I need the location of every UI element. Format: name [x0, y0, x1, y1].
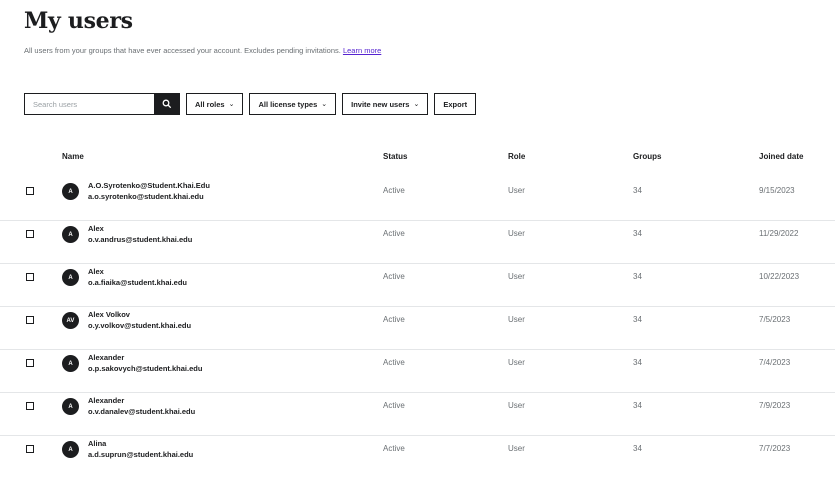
- user-name[interactable]: Alex: [88, 267, 104, 276]
- chevron-down-icon: ⌄: [413, 101, 420, 108]
- column-header-status[interactable]: Status: [383, 152, 407, 161]
- row-checkbox[interactable]: [26, 402, 34, 410]
- invite-new-users-label: Invite new users: [351, 99, 410, 109]
- role-cell: User: [508, 444, 525, 453]
- role-cell: User: [508, 229, 525, 238]
- user-name[interactable]: Alex: [88, 224, 104, 233]
- role-cell: User: [508, 315, 525, 324]
- joined-date-cell: 7/4/2023: [759, 358, 791, 367]
- table-row: A Alex o.v.andrus@student.khai.edu Activ…: [0, 221, 835, 264]
- joined-date-cell: 9/15/2023: [759, 186, 795, 195]
- user-name[interactable]: Alexander: [88, 396, 124, 405]
- status-cell: Active: [383, 358, 405, 367]
- row-checkbox[interactable]: [26, 359, 34, 367]
- groups-cell: 34: [633, 186, 642, 195]
- joined-date-cell: 7/7/2023: [759, 444, 791, 453]
- joined-date-cell: 11/29/2022: [759, 229, 799, 238]
- user-email: o.a.fiaika@student.khai.edu: [88, 278, 188, 287]
- avatar: A: [62, 441, 79, 458]
- role-cell: User: [508, 358, 525, 367]
- table-row: A Alexander o.p.sakovych@student.khai.ed…: [0, 350, 835, 393]
- row-checkbox[interactable]: [26, 187, 34, 195]
- user-email: o.v.andrus@student.khai.edu: [88, 235, 193, 244]
- invite-new-users-dropdown[interactable]: Invite new users ⌄: [342, 93, 429, 115]
- user-email: o.p.sakovych@student.khai.edu: [88, 364, 203, 373]
- joined-date-cell: 7/9/2023: [759, 401, 791, 410]
- column-header-groups[interactable]: Groups: [633, 152, 661, 161]
- groups-cell: 34: [633, 229, 642, 238]
- avatar: A: [62, 355, 79, 372]
- status-cell: Active: [383, 444, 405, 453]
- search-button[interactable]: [154, 93, 180, 115]
- avatar: A: [62, 226, 79, 243]
- search-input[interactable]: [24, 93, 154, 115]
- user-name[interactable]: Alex Volkov: [88, 310, 130, 319]
- table-row: A Alex o.a.fiaika@student.khai.edu Activ…: [0, 264, 835, 307]
- all-license-types-dropdown[interactable]: All license types ⌄: [249, 93, 337, 115]
- status-cell: Active: [383, 315, 405, 324]
- toolbar: All roles ⌄ All license types ⌄ Invite n…: [24, 93, 482, 115]
- user-email: a.d.suprun@student.khai.edu: [88, 450, 194, 459]
- user-email: a.o.syrotenko@student.khai.edu: [88, 192, 204, 201]
- groups-cell: 34: [633, 272, 642, 281]
- status-cell: Active: [383, 272, 405, 281]
- avatar: AV: [62, 312, 79, 329]
- column-header-joined-date[interactable]: Joined date: [759, 152, 803, 161]
- avatar: A: [62, 398, 79, 415]
- all-roles-label: All roles: [195, 99, 225, 109]
- page-title: My users: [24, 8, 133, 34]
- groups-cell: 34: [633, 401, 642, 410]
- status-cell: Active: [383, 186, 405, 195]
- status-cell: Active: [383, 229, 405, 238]
- chevron-down-icon: ⌄: [321, 101, 328, 108]
- user-email: o.v.danalev@student.khai.edu: [88, 407, 196, 416]
- user-email: o.y.volkov@student.khai.edu: [88, 321, 192, 330]
- table-row: A A.O.Syrotenko@Student.Khai.Edu a.o.syr…: [0, 178, 835, 221]
- groups-cell: 34: [633, 315, 642, 324]
- column-header-role[interactable]: Role: [508, 152, 525, 161]
- avatar: A: [62, 269, 79, 286]
- user-name[interactable]: Alina: [88, 439, 106, 448]
- role-cell: User: [508, 401, 525, 410]
- role-cell: User: [508, 186, 525, 195]
- row-checkbox[interactable]: [26, 230, 34, 238]
- chevron-down-icon: ⌄: [228, 101, 235, 108]
- search-icon: [162, 99, 172, 109]
- user-name[interactable]: Alexander: [88, 353, 124, 362]
- export-button[interactable]: Export: [434, 93, 477, 115]
- role-cell: User: [508, 272, 525, 281]
- table-row: A Alexander o.v.danalev@student.khai.edu…: [0, 393, 835, 436]
- joined-date-cell: 10/22/2023: [759, 272, 800, 281]
- page-description: All users from your groups that have eve…: [24, 46, 381, 55]
- table-row: AV Alex Volkov o.y.volkov@student.khai.e…: [0, 307, 835, 350]
- all-roles-dropdown[interactable]: All roles ⌄: [186, 93, 244, 115]
- all-license-types-label: All license types: [258, 99, 318, 109]
- user-name[interactable]: A.O.Syrotenko@Student.Khai.Edu: [88, 181, 210, 190]
- status-cell: Active: [383, 401, 405, 410]
- table-row: A Alina a.d.suprun@student.khai.edu Acti…: [0, 436, 835, 478]
- learn-more-link[interactable]: Learn more: [343, 46, 381, 55]
- row-checkbox[interactable]: [26, 273, 34, 281]
- page-description-text: All users from your groups that have eve…: [24, 46, 341, 55]
- joined-date-cell: 7/5/2023: [759, 315, 791, 324]
- groups-cell: 34: [633, 444, 642, 453]
- row-checkbox[interactable]: [26, 445, 34, 453]
- groups-cell: 34: [633, 358, 642, 367]
- avatar: A: [62, 183, 79, 200]
- column-header-name[interactable]: Name: [62, 152, 84, 161]
- table-header: Name Status Role Groups Joined date: [0, 152, 835, 166]
- row-checkbox[interactable]: [26, 316, 34, 324]
